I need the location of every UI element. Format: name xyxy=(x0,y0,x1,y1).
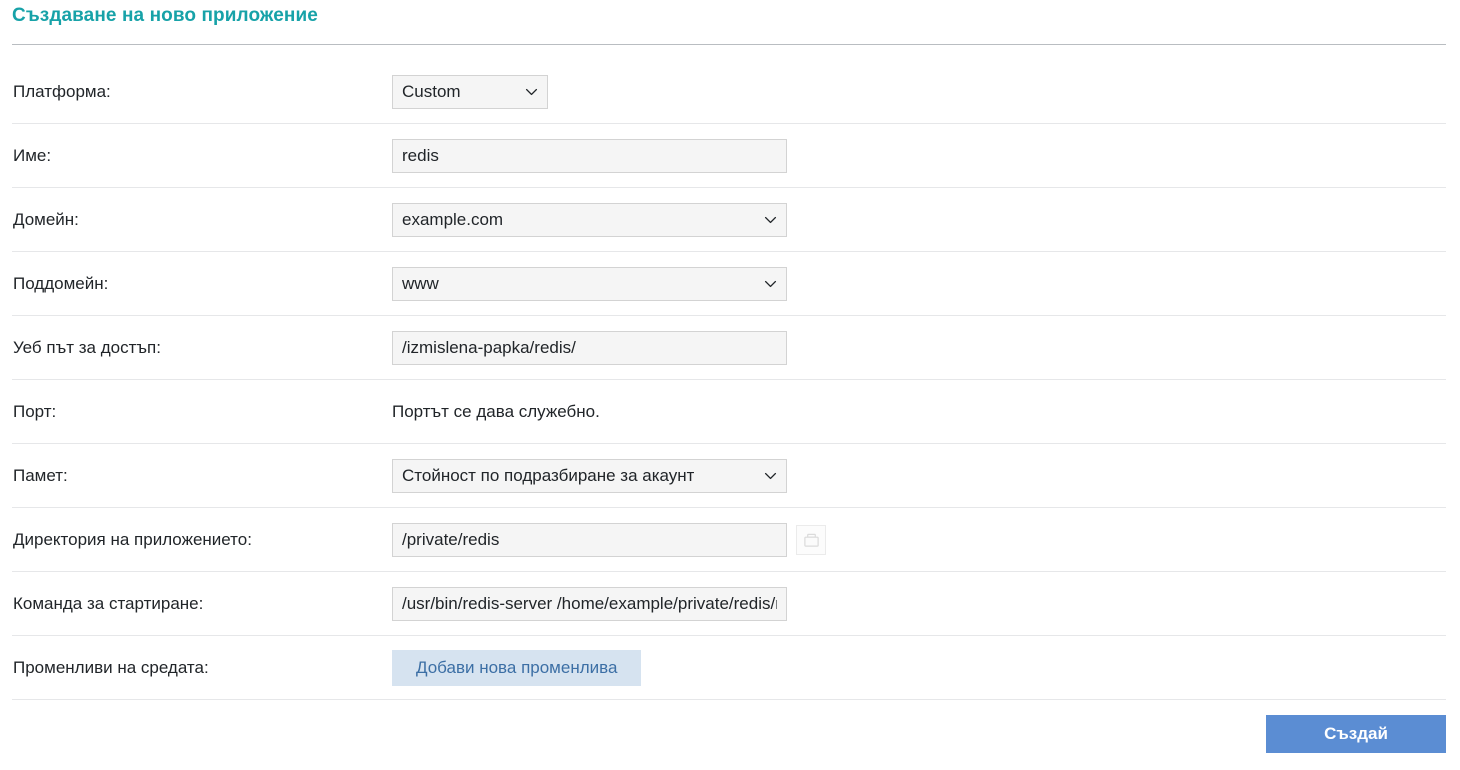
platform-select-value: Custom xyxy=(402,82,461,101)
field-app-directory xyxy=(392,523,1460,557)
port-note: Портът се дава служебно. xyxy=(392,402,600,421)
label-memory: Памет: xyxy=(13,466,68,485)
domain-select-value: example.com xyxy=(402,210,504,229)
title-divider xyxy=(12,44,1446,45)
memory-select-value: Стойност по подразбиране за акаунт xyxy=(402,466,695,485)
form-row-subdomain: Поддомейн: www xyxy=(0,252,1460,316)
field-start-command xyxy=(392,587,1460,621)
label-web-path: Уеб път за достъп: xyxy=(13,338,161,357)
label-platform: Платформа: xyxy=(13,82,111,101)
memory-select[interactable]: Стойност по подразбиране за акаунт xyxy=(392,459,787,493)
page-title: Създаване на ново приложение xyxy=(12,5,318,26)
form-row-env-variables: Променливи на средата: Добави нова проме… xyxy=(0,636,1460,700)
label-start-command: Команда за стартиране: xyxy=(13,594,204,613)
label-subdomain: Поддомейн: xyxy=(13,274,109,293)
chevron-down-icon xyxy=(764,278,777,291)
app-directory-input[interactable] xyxy=(392,523,787,557)
field-domain: example.com xyxy=(392,203,1460,237)
subdomain-select[interactable]: www xyxy=(392,267,787,301)
web-path-input[interactable] xyxy=(392,331,787,365)
add-environment-variable-button[interactable]: Добави нова променлива xyxy=(392,650,642,686)
label-app-directory: Директория на приложението: xyxy=(13,530,252,549)
form-row-start-command: Команда за стартиране: xyxy=(0,572,1460,636)
label-name: Име: xyxy=(13,146,52,165)
form-row-app-directory: Директория на приложението: xyxy=(0,508,1460,572)
label-env-variables: Променливи на средата: xyxy=(13,658,209,677)
name-input[interactable] xyxy=(392,139,787,173)
browse-folder-button[interactable] xyxy=(796,525,826,555)
field-env-variables: Добави нова променлива xyxy=(392,650,1460,686)
form-row-platform: Платформа: Custom xyxy=(0,60,1460,124)
form-row-port: Порт: Портът се дава служебно. xyxy=(0,380,1460,444)
field-platform: Custom xyxy=(392,75,1460,109)
field-name xyxy=(392,139,1460,173)
chevron-down-icon xyxy=(525,86,538,99)
create-application-page: Създаване на ново приложение Платформа: … xyxy=(0,0,1460,770)
label-domain: Домейн: xyxy=(13,210,79,229)
start-command-input[interactable] xyxy=(392,587,787,621)
create-button[interactable]: Създай xyxy=(1266,715,1446,753)
form-row-domain: Домейн: example.com xyxy=(0,188,1460,252)
field-subdomain: www xyxy=(392,267,1460,301)
field-memory: Стойност по подразбиране за акаунт xyxy=(392,459,1460,493)
form-row-web-path: Уеб път за достъп: xyxy=(0,316,1460,380)
form-row-memory: Памет: Стойност по подразбиране за акаун… xyxy=(0,444,1460,508)
chevron-down-icon xyxy=(764,470,777,483)
field-web-path xyxy=(392,331,1460,365)
subdomain-select-value: www xyxy=(402,274,439,293)
create-application-form: Платформа: Custom Име: Домейн: xyxy=(0,60,1460,700)
folder-icon xyxy=(803,532,820,549)
platform-select[interactable]: Custom xyxy=(392,75,548,109)
form-footer: Създай xyxy=(0,700,1460,770)
field-port: Портът се дава служебно. xyxy=(392,402,1460,422)
domain-select[interactable]: example.com xyxy=(392,203,787,237)
chevron-down-icon xyxy=(764,214,777,227)
form-row-name: Име: xyxy=(0,124,1460,188)
label-port: Порт: xyxy=(13,402,57,421)
